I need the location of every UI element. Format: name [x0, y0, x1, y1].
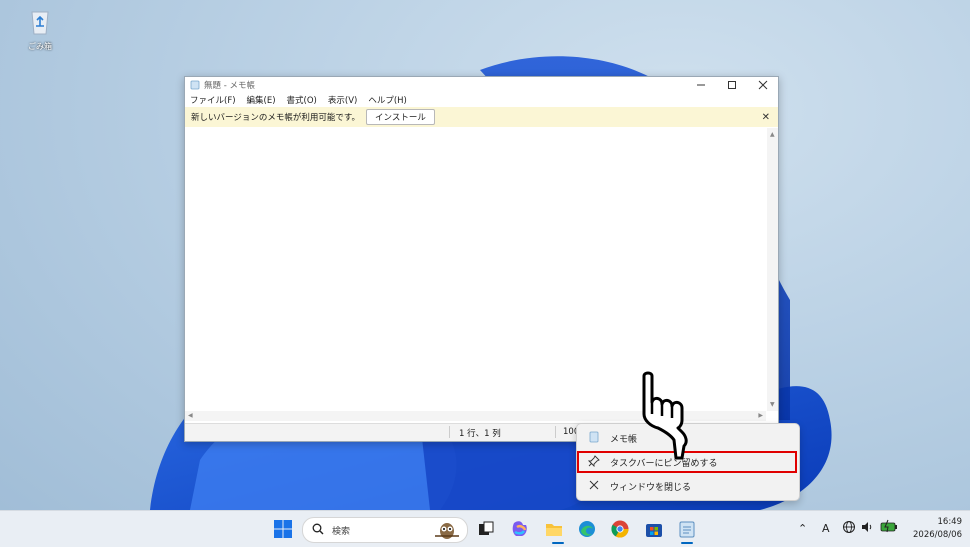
- status-divider: [555, 426, 556, 438]
- window-title: 無題 - メモ帳: [204, 81, 255, 91]
- battery-charging-icon[interactable]: [880, 519, 898, 533]
- clock-time: 16:49: [937, 517, 963, 527]
- scroll-left-icon[interactable]: ◀: [188, 412, 193, 419]
- install-button[interactable]: インストール: [365, 109, 435, 125]
- taskbar: 検索 ⌃ A 16:49 2026/08/06: [0, 510, 970, 547]
- running-indicator: [681, 542, 693, 544]
- minimize-icon: [696, 84, 705, 86]
- cursor-position: 1 行、1 列: [459, 429, 501, 439]
- jump-item-label: ウィンドウを閉じる: [610, 482, 692, 493]
- minimize-button[interactable]: [685, 77, 716, 93]
- search-icon: [312, 523, 324, 535]
- recycle-bin-label: ごみ箱: [28, 42, 52, 51]
- system-clock[interactable]: 16:49 2026/08/06: [900, 516, 962, 542]
- update-notice-text: 新しいバージョンのメモ帳が利用可能です。: [191, 113, 360, 123]
- maximize-button[interactable]: [716, 77, 747, 93]
- show-hidden-icons-chevron-icon[interactable]: ⌃: [798, 522, 807, 535]
- task-view-icon[interactable]: [476, 519, 496, 539]
- notepad-icon: [190, 80, 200, 90]
- jump-item-close-window[interactable]: ウィンドウを閉じる: [577, 475, 799, 497]
- taskbar-search-box[interactable]: 検索: [302, 517, 468, 543]
- close-button[interactable]: [747, 77, 778, 93]
- maximize-icon: [727, 81, 736, 89]
- microsoft-store-icon[interactable]: [644, 519, 664, 539]
- status-divider: [449, 426, 450, 438]
- chrome-icon[interactable]: [610, 519, 630, 539]
- copilot-icon[interactable]: [510, 519, 530, 539]
- recycle-bin-shortcut[interactable]: ごみ箱: [20, 6, 60, 52]
- update-notice-bar: 新しいバージョンのメモ帳が利用可能です。 インストール ✕: [185, 107, 778, 127]
- scroll-down-icon[interactable]: ▼: [770, 401, 775, 408]
- menu-file[interactable]: ファイル(F): [190, 94, 236, 106]
- vertical-scrollbar[interactable]: ▲ ▼: [767, 128, 778, 411]
- notepad-taskbar-icon[interactable]: [677, 519, 697, 539]
- notice-close-icon[interactable]: ✕: [762, 112, 770, 123]
- search-placeholder: 検索: [332, 527, 351, 537]
- menu-edit[interactable]: 編集(E): [247, 94, 276, 106]
- menu-format[interactable]: 書式(O): [287, 94, 317, 106]
- volume-icon[interactable]: [860, 520, 874, 534]
- menu-bar: ファイル(F) 編集(E) 書式(O) 表示(V) ヘルプ(H): [185, 93, 778, 107]
- notepad-icon: [587, 431, 601, 446]
- close-icon: [587, 479, 601, 494]
- text-editor-area[interactable]: [185, 128, 766, 411]
- scroll-up-icon[interactable]: ▲: [770, 131, 775, 138]
- search-highlight-owl-icon: [435, 523, 459, 539]
- scroll-right-icon[interactable]: ▶: [758, 412, 763, 419]
- file-explorer-icon[interactable]: [544, 519, 564, 539]
- menu-help[interactable]: ヘルプ(H): [368, 94, 407, 106]
- close-icon: [758, 80, 767, 90]
- menu-view[interactable]: 表示(V): [328, 94, 357, 106]
- recycle-bin-icon: [31, 11, 49, 35]
- pointing-hand-icon: [642, 371, 688, 460]
- running-indicator: [552, 542, 564, 544]
- clock-date: 2026/08/06: [913, 530, 962, 540]
- ime-mode-indicator[interactable]: A: [822, 522, 830, 535]
- title-bar[interactable]: 無題 - メモ帳: [185, 77, 778, 93]
- windows-start-icon[interactable]: [273, 519, 293, 539]
- network-globe-icon[interactable]: [842, 520, 856, 534]
- edge-icon[interactable]: [577, 519, 597, 539]
